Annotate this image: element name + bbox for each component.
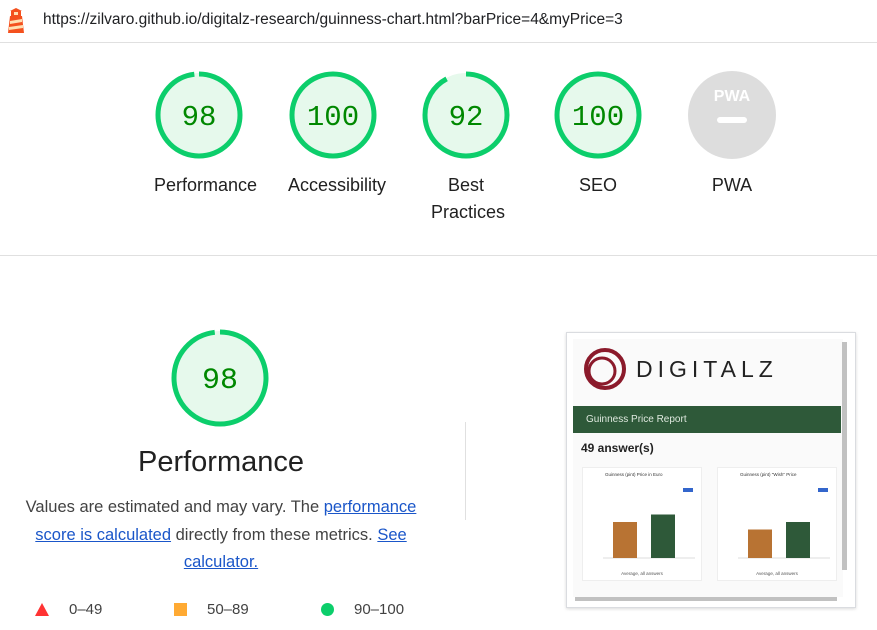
square-icon <box>174 603 187 616</box>
score-ring: 92 <box>422 71 510 159</box>
performance-description: Values are estimated and may vary. The p… <box>15 494 427 577</box>
legend-range: 90–100 <box>354 601 405 618</box>
url-text[interactable]: https://zilvaro.github.io/digitalz-resea… <box>43 11 623 29</box>
legend-range: 50–89 <box>207 601 249 618</box>
bar-average <box>651 514 675 558</box>
pwa-badge: PWA <box>688 71 776 159</box>
legend-swatch <box>818 488 828 492</box>
circle-icon <box>321 603 334 616</box>
gauge-score: 92 <box>449 101 484 134</box>
gauge-pwa[interactable]: PWA PWA <box>687 70 777 199</box>
gauge-seo[interactable]: 100 SEO <box>553 70 643 199</box>
performance-score: 98 <box>202 364 238 398</box>
score-ring: 100 <box>289 71 377 159</box>
gauge-score: 100 <box>572 101 624 134</box>
thumbnail-scrollbar-horizontal[interactable] <box>575 597 837 601</box>
gauge-accessibility[interactable]: 100 Accessibility <box>288 70 387 199</box>
mini-chart-official: Guinness (pint) Price in Euro Average, a… <box>582 467 702 581</box>
triangle-icon <box>35 603 49 616</box>
lighthouse-icon <box>8 8 24 33</box>
dash-icon <box>717 117 747 123</box>
gauge-label: PWA <box>711 175 753 195</box>
answers-count: 49 answer(s) <box>581 441 654 455</box>
legend-fail: 0–49 <box>35 601 102 618</box>
legend-average: 50–89 <box>174 601 249 618</box>
gauge-label: Accessibility <box>288 175 387 195</box>
vertical-divider <box>465 422 466 520</box>
performance-gauge: 98 <box>171 329 269 427</box>
desc-text: Values are estimated and may vary. The <box>25 498 324 516</box>
bar-cheapest <box>748 529 772 558</box>
desc-text-2: directly from these metrics. <box>171 525 378 544</box>
pwa-badge-text: PWA <box>714 88 751 105</box>
mini-chart-footer: Average, all answers <box>756 571 798 576</box>
gauge-score: 98 <box>182 101 217 134</box>
legend-swatch <box>683 488 693 492</box>
brand-name: DIGITALZ <box>636 356 778 382</box>
bar-official <box>613 522 637 558</box>
gauge-performance[interactable]: 98 Performance <box>154 70 258 199</box>
mini-chart-plot <box>603 488 695 559</box>
thumbnail-scrollbar-vertical[interactable] <box>842 342 847 570</box>
gauge-score: 100 <box>307 101 359 134</box>
gauge-best-practices[interactable]: 92 Best Practices <box>420 70 512 226</box>
final-screenshot: DIGITALZ Guinness Price Report 49 answer… <box>573 339 843 597</box>
gauge-label: SEO <box>578 175 617 195</box>
performance-title: Performance <box>137 446 304 478</box>
section-divider <box>0 255 877 256</box>
report-banner: Guinness Price Report <box>573 406 841 433</box>
legend-pass: 90–100 <box>321 601 404 618</box>
legend-range: 0–49 <box>69 601 103 618</box>
score-ring: 100 <box>554 71 642 159</box>
score-ring: 98 <box>155 71 243 159</box>
address-bar: https://zilvaro.github.io/digitalz-resea… <box>0 0 877 43</box>
mini-chart-wish: Guinness (pint) "Wish" Price Average, al… <box>717 467 837 581</box>
gauge-label: Performance <box>154 175 258 195</box>
mini-chart-plot <box>738 488 830 559</box>
gauge-label: Best Practices <box>431 175 506 222</box>
bar-wish <box>786 522 810 558</box>
digitalz-logo-icon <box>584 348 626 390</box>
mini-chart-footer: Average, all answers <box>621 571 663 576</box>
